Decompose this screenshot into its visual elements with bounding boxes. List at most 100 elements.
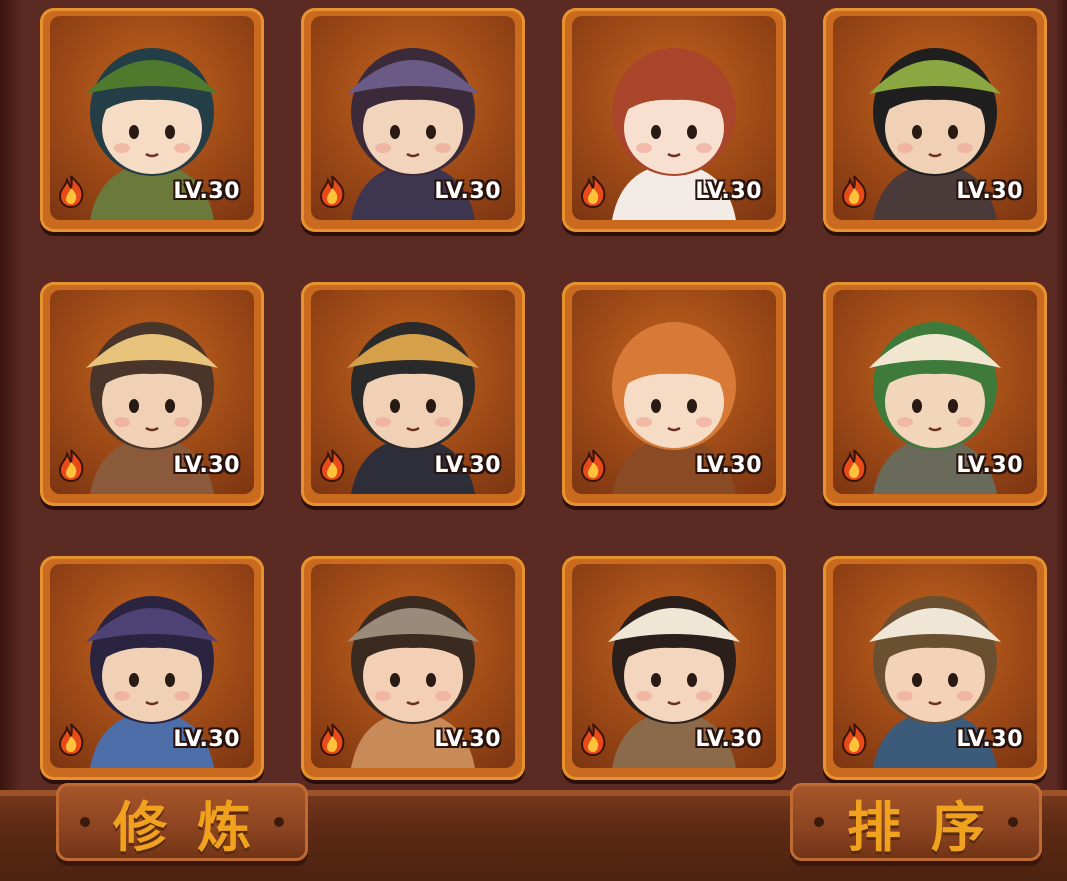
hero-eye: [390, 125, 400, 139]
hero-card-inner: LV.30: [572, 16, 776, 220]
hero-level-label: LV.30: [695, 727, 762, 752]
hero-eye: [165, 673, 175, 687]
hero-card-inner: LV.30: [311, 16, 515, 220]
hero-blush: [114, 143, 130, 153]
cultivate-button[interactable]: 修炼: [56, 783, 308, 861]
hero-card[interactable]: LV.30: [823, 8, 1047, 232]
button-rivet: [274, 817, 284, 827]
hero-card-inner: LV.30: [311, 290, 515, 494]
hero-grid: LV.30 LV.30 LV.30 LV.30 LV.30 LV.30 LV.30 LV.30…: [0, 0, 1067, 790]
button-rivet: [1008, 817, 1018, 827]
button-rivet: [80, 817, 90, 827]
hero-eye: [912, 125, 922, 139]
hero-card[interactable]: LV.30: [40, 8, 264, 232]
fire-element-icon: [58, 175, 84, 208]
fire-element-icon: [580, 723, 606, 756]
hero-card-inner: LV.30: [833, 16, 1037, 220]
hero-level-label: LV.30: [956, 179, 1023, 204]
hero-eye: [651, 125, 661, 139]
hero-card[interactable]: LV.30: [823, 282, 1047, 506]
hero-card-inner: LV.30: [50, 16, 254, 220]
hero-eye: [651, 673, 661, 687]
hero-blush: [435, 417, 451, 427]
fire-element-icon: [319, 175, 345, 208]
hero-blush: [696, 417, 712, 427]
fire-element-icon: [841, 449, 867, 482]
hero-blush: [696, 691, 712, 701]
hero-eye: [948, 125, 958, 139]
hero-eye: [651, 399, 661, 413]
hero-level-label: LV.30: [173, 453, 240, 478]
hero-blush: [174, 417, 190, 427]
hero-card-inner: LV.30: [572, 564, 776, 768]
hero-level-label: LV.30: [173, 179, 240, 204]
hero-eye: [426, 399, 436, 413]
hero-blush: [696, 143, 712, 153]
fire-element-icon: [319, 449, 345, 482]
hero-card-inner: LV.30: [572, 290, 776, 494]
hero-level-label: LV.30: [695, 179, 762, 204]
hero-eye: [912, 673, 922, 687]
fire-element-icon: [58, 723, 84, 756]
hero-blush: [375, 417, 391, 427]
button-rivet: [814, 817, 824, 827]
hero-eye: [129, 399, 139, 413]
sort-button[interactable]: 排序: [790, 783, 1042, 861]
hero-eye: [687, 399, 697, 413]
hero-card[interactable]: LV.30: [562, 8, 786, 232]
hero-level-label: LV.30: [956, 453, 1023, 478]
hero-blush: [957, 417, 973, 427]
hero-blush: [435, 143, 451, 153]
hero-card[interactable]: LV.30: [562, 556, 786, 780]
hero-card[interactable]: LV.30: [562, 282, 786, 506]
hero-blush: [957, 143, 973, 153]
hero-blush: [114, 417, 130, 427]
hero-card[interactable]: LV.30: [40, 556, 264, 780]
hero-blush: [174, 691, 190, 701]
hero-card[interactable]: LV.30: [40, 282, 264, 506]
hero-eye: [165, 399, 175, 413]
hero-eye: [129, 125, 139, 139]
hero-blush: [957, 691, 973, 701]
hero-blush: [375, 691, 391, 701]
hero-blush: [636, 417, 652, 427]
hero-blush: [375, 143, 391, 153]
hero-blush: [897, 691, 913, 701]
hero-eye: [390, 399, 400, 413]
fire-element-icon: [841, 723, 867, 756]
hero-card[interactable]: LV.30: [301, 556, 525, 780]
hero-card-inner: LV.30: [833, 564, 1037, 768]
fire-element-icon: [319, 723, 345, 756]
hero-card-inner: LV.30: [311, 564, 515, 768]
sort-button-label: 排序: [847, 795, 1015, 859]
hero-eye: [390, 673, 400, 687]
hero-level-label: LV.30: [695, 453, 762, 478]
hero-eye: [426, 673, 436, 687]
hero-blush: [636, 143, 652, 153]
hero-blush: [897, 417, 913, 427]
cultivate-button-label: 修炼: [113, 795, 281, 859]
hero-blush: [636, 691, 652, 701]
hero-level-label: LV.30: [434, 727, 501, 752]
hero-level-label: LV.30: [956, 727, 1023, 752]
hero-card-inner: LV.30: [833, 290, 1037, 494]
hero-blush: [897, 143, 913, 153]
hero-level-label: LV.30: [434, 179, 501, 204]
hero-blush: [435, 691, 451, 701]
fire-element-icon: [580, 175, 606, 208]
fire-element-icon: [841, 175, 867, 208]
hero-blush: [174, 143, 190, 153]
hero-card[interactable]: LV.30: [301, 8, 525, 232]
hero-blush: [114, 691, 130, 701]
hero-card[interactable]: LV.30: [823, 556, 1047, 780]
hero-level-label: LV.30: [173, 727, 240, 752]
hero-eye: [948, 673, 958, 687]
hero-card-inner: LV.30: [50, 290, 254, 494]
hero-eye: [426, 125, 436, 139]
hero-eye: [165, 125, 175, 139]
hero-eye: [948, 399, 958, 413]
hero-level-label: LV.30: [434, 453, 501, 478]
hero-eye: [687, 673, 697, 687]
hero-eye: [129, 673, 139, 687]
hero-card[interactable]: LV.30: [301, 282, 525, 506]
